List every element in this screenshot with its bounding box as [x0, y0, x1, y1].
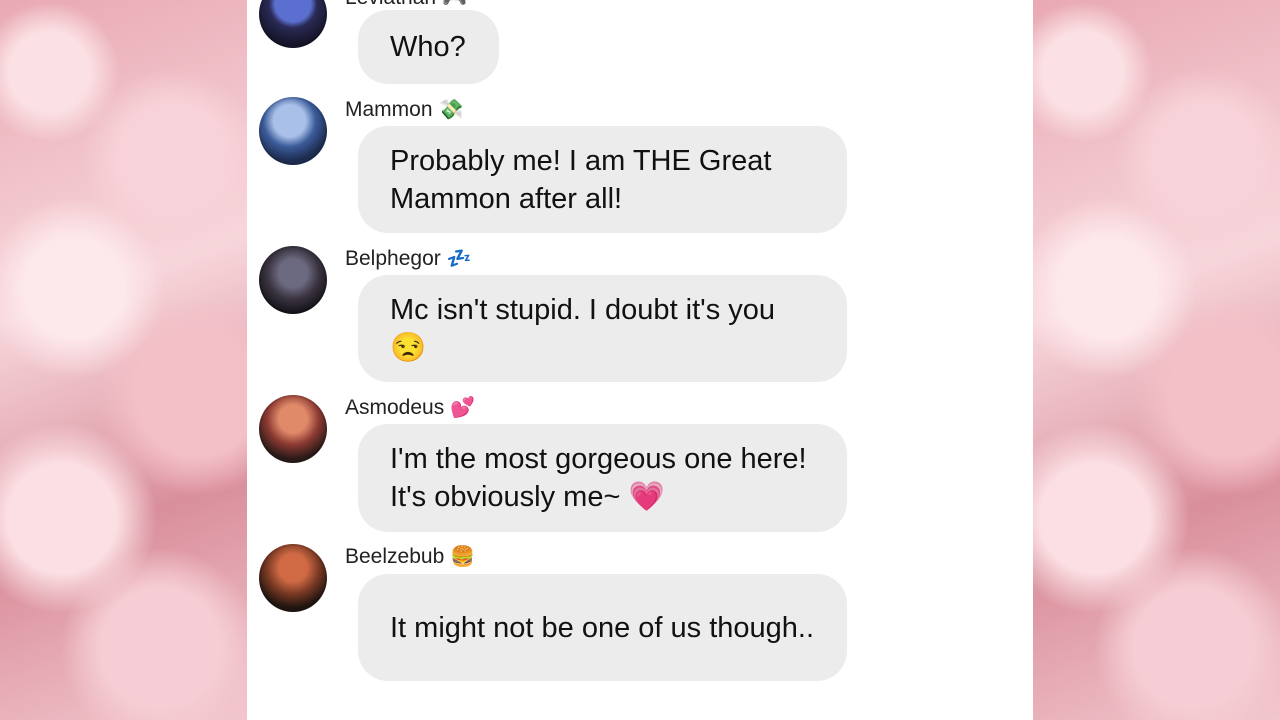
message-bubble[interactable]: It might not be one of us though..: [358, 574, 847, 681]
chat-panel[interactable]: Leviathan 🎮 Who? Mammon 💸 Probably me! I…: [247, 0, 1033, 720]
sleeping-zzz-icon: 💤: [446, 248, 472, 270]
message-bubble[interactable]: I'm the most gorgeous one here! It's obv…: [358, 424, 847, 532]
flower-background-left: [0, 0, 247, 720]
message-bubble[interactable]: Probably me! I am THE Great Mammon after…: [358, 126, 847, 233]
sender-name: Asmodeus: [345, 396, 445, 419]
message-text: I'm the most gorgeous one here! It's obv…: [390, 443, 807, 513]
money-with-wings-icon: 💸: [438, 99, 464, 121]
message-bubble[interactable]: Who?: [358, 10, 499, 84]
sender-name: Beelzebub: [345, 545, 445, 568]
message-bubble[interactable]: Mc isn't stupid. I doubt it's you 😒: [358, 275, 847, 382]
message-text: Mc isn't stupid. I doubt it's you 😒: [390, 293, 776, 364]
two-hearts-icon: 💕: [450, 397, 476, 419]
sender-name: Leviathan: [345, 0, 436, 10]
sender-name: Belphegor: [345, 247, 441, 270]
avatar-belphegor[interactable]: [259, 246, 327, 314]
message-text: Who?: [390, 31, 466, 63]
message-text: It might not be one of us though..: [390, 611, 815, 644]
message-text: Probably me! I am THE Great Mammon after…: [390, 144, 772, 215]
avatar-leviathan[interactable]: [259, 0, 327, 48]
sender-name: Mammon: [345, 98, 433, 121]
flower-background-right: [1033, 0, 1280, 720]
avatar-asmodeus[interactable]: [259, 395, 327, 463]
avatar-mammon[interactable]: [259, 97, 327, 165]
hamburger-icon: 🍔: [450, 546, 476, 568]
avatar-beelzebub[interactable]: [259, 544, 327, 612]
game-controller-icon: 🎮: [442, 0, 467, 8]
